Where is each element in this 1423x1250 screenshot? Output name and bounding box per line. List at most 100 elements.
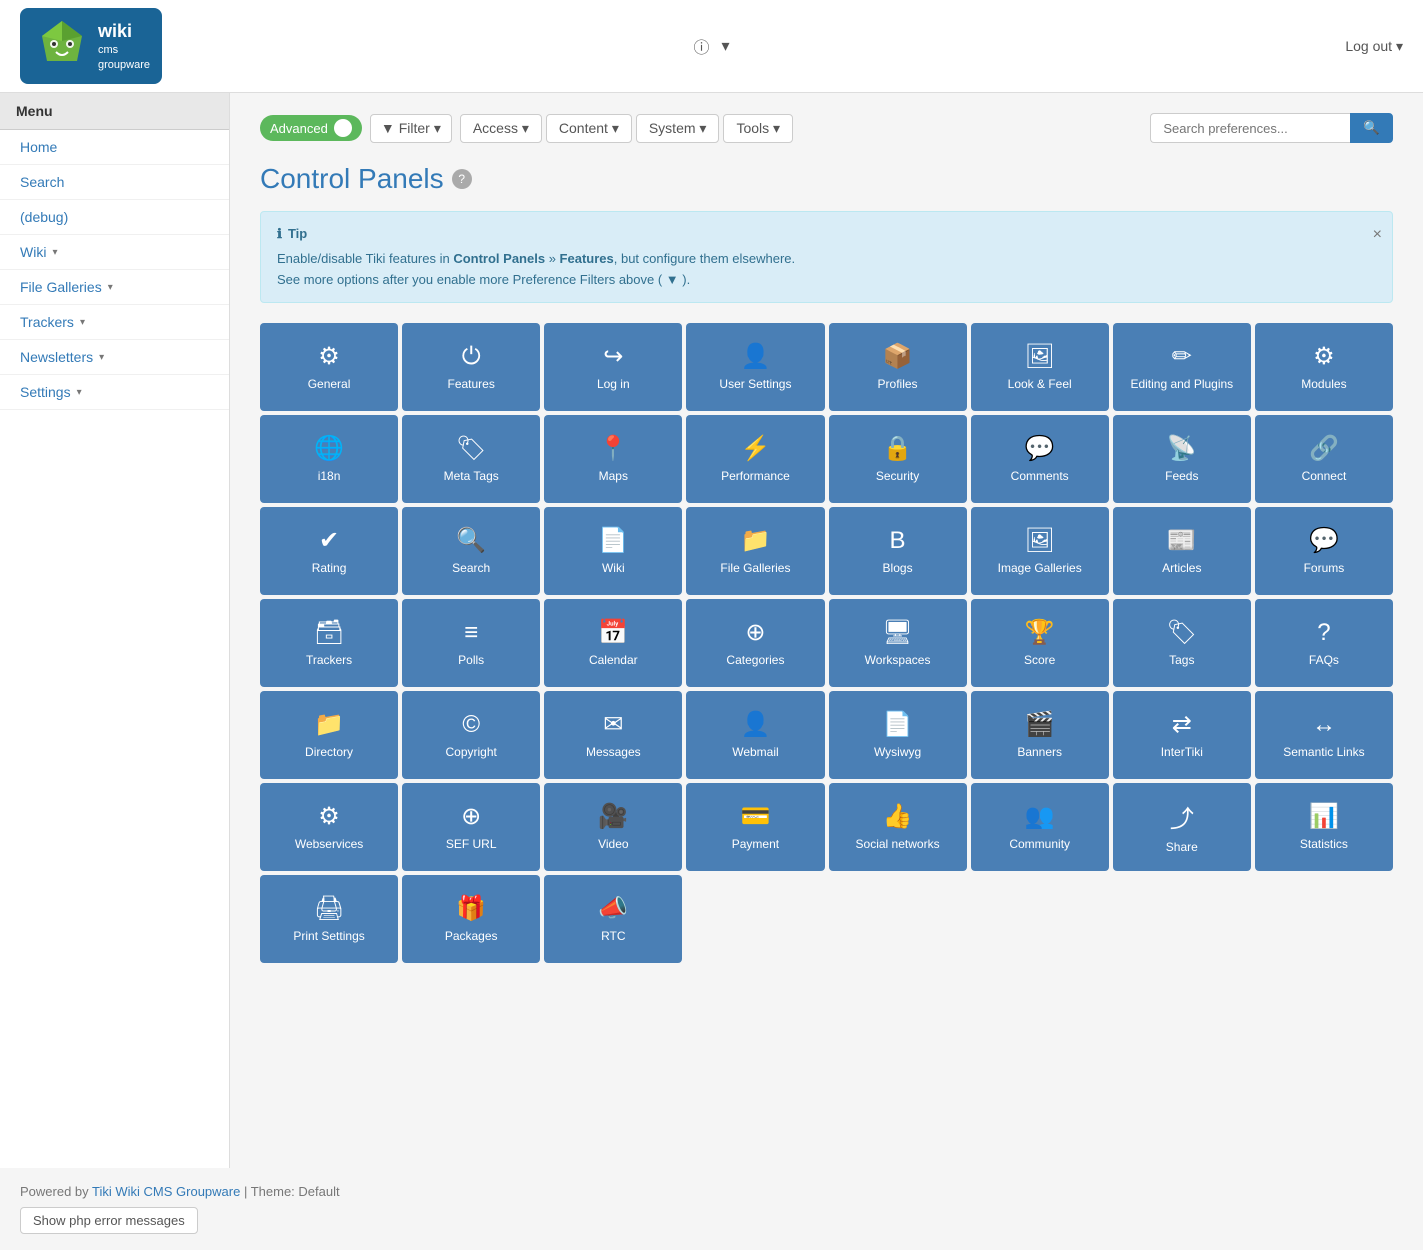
panel-articles[interactable]: 📰Articles (1113, 507, 1251, 595)
wiki-label: Wiki (602, 561, 625, 577)
sef-url-icon: ⊕ (461, 802, 481, 831)
panel-copyright[interactable]: ©Copyright (402, 691, 540, 779)
panel-file-galleries[interactable]: 📁File Galleries (686, 507, 824, 595)
panel-connect[interactable]: 🔗Connect (1255, 415, 1393, 503)
sidebar-item-settings[interactable]: Settings ▾ (0, 375, 229, 410)
panel-share[interactable]: ⤴Share (1113, 783, 1251, 871)
panel-search[interactable]: 🔍Search (402, 507, 540, 595)
panel-webservices[interactable]: ⚙Webservices (260, 783, 398, 871)
tip-close-button[interactable]: × (1373, 222, 1382, 248)
panel-faqs[interactable]: ?FAQs (1255, 599, 1393, 687)
panel-messages[interactable]: ✉Messages (544, 691, 682, 779)
panel-performance[interactable]: ⚡Performance (686, 415, 824, 503)
look-feel-icon: 🖼 (1024, 342, 1054, 371)
panel-categories[interactable]: ⊕Categories (686, 599, 824, 687)
panel-workspaces[interactable]: 🖥Workspaces (829, 599, 967, 687)
panel-forums[interactable]: 💬Forums (1255, 507, 1393, 595)
footer-link[interactable]: Tiki Wiki CMS Groupware (92, 1184, 240, 1199)
panel-comments[interactable]: 💬Comments (971, 415, 1109, 503)
i18n-label: i18n (318, 469, 341, 485)
forums-icon: 💬 (1309, 526, 1339, 555)
panel-user-settings[interactable]: 👤User Settings (686, 323, 824, 411)
chevron-down-icon[interactable]: ▾ (721, 36, 729, 56)
panel-social-networks[interactable]: 👍Social networks (829, 783, 967, 871)
look-feel-label: Look & Feel (1008, 377, 1072, 393)
sidebar-item-trackers[interactable]: Trackers ▾ (0, 305, 229, 340)
community-label: Community (1009, 837, 1070, 853)
login-label: Log in (597, 377, 630, 393)
panel-semantic-links[interactable]: ↔Semantic Links (1255, 691, 1393, 779)
panel-polls[interactable]: ≡Polls (402, 599, 540, 687)
sidebar-item-search[interactable]: Search (0, 165, 229, 200)
panel-modules[interactable]: ⚙Modules (1255, 323, 1393, 411)
info-circle-icon[interactable]: ⓘ (693, 34, 709, 58)
panel-video[interactable]: 🎥Video (544, 783, 682, 871)
panel-i18n[interactable]: 🌐 i18n (260, 415, 398, 503)
logo-text: wiki cms groupware (98, 20, 150, 72)
panel-wiki[interactable]: 📄Wiki (544, 507, 682, 595)
panel-community[interactable]: 👥Community (971, 783, 1109, 871)
image-galleries-label: Image Galleries (998, 561, 1082, 577)
panel-look-feel[interactable]: 🖼 Look & Feel (971, 323, 1109, 411)
show-errors-button[interactable]: Show php error messages (20, 1207, 198, 1234)
workspaces-icon: 🖥 (882, 618, 912, 647)
menu-button-system[interactable]: System ▾ (636, 114, 720, 143)
panel-blogs[interactable]: BBlogs (829, 507, 967, 595)
sidebar-item--debug-[interactable]: (debug) (0, 200, 229, 235)
panel-directory[interactable]: 📁Directory (260, 691, 398, 779)
panel-webmail[interactable]: 👤Webmail (686, 691, 824, 779)
menu-button-content[interactable]: Content ▾ (546, 114, 632, 143)
panel-meta-tags[interactable]: 🏷Meta Tags (402, 415, 540, 503)
tip-link1[interactable]: Control Panels (453, 251, 545, 266)
i18n-icon: 🌐 (314, 434, 344, 463)
panel-calendar[interactable]: 📅Calendar (544, 599, 682, 687)
statistics-icon: 📊 (1309, 802, 1339, 831)
panel-image-galleries[interactable]: 🖼 Image Galleries (971, 507, 1109, 595)
wysiwyg-label: Wysiwyg (874, 745, 921, 761)
sidebar-item-newsletters[interactable]: Newsletters ▾ (0, 340, 229, 375)
sidebar-item-file-galleries[interactable]: File Galleries ▾ (0, 270, 229, 305)
advanced-label: Advanced (270, 121, 328, 136)
panel-score[interactable]: 🏆Score (971, 599, 1109, 687)
panel-packages[interactable]: 🎁Packages (402, 875, 540, 963)
tags-label: Tags (1169, 653, 1194, 669)
tip-box: × ℹ Tip Enable/disable Tiki features in … (260, 211, 1393, 303)
panel-features[interactable]: ⏻Features (402, 323, 540, 411)
security-icon: 🔒 (883, 434, 913, 463)
panel-rating[interactable]: ✔Rating (260, 507, 398, 595)
logout-button[interactable]: Log out ▾ (1345, 38, 1403, 55)
sidebar-item-wiki[interactable]: Wiki ▾ (0, 235, 229, 270)
panel-feeds[interactable]: 📡Feeds (1113, 415, 1251, 503)
sidebar-item-home[interactable]: Home (0, 130, 229, 165)
panel-payment[interactable]: 💳Payment (686, 783, 824, 871)
panel-statistics[interactable]: 📊Statistics (1255, 783, 1393, 871)
panel-sef-url[interactable]: ⊕SEF URL (402, 783, 540, 871)
menu-button-access[interactable]: Access ▾ (460, 114, 542, 143)
menu-button-tools[interactable]: Tools ▾ (723, 114, 793, 143)
panel-editing-plugins[interactable]: ✏Editing and Plugins (1113, 323, 1251, 411)
panel-general[interactable]: ⚙General (260, 323, 398, 411)
categories-label: Categories (726, 653, 784, 669)
filter-button[interactable]: ▼ Filter ▾ (370, 114, 452, 143)
panel-maps[interactable]: 📍Maps (544, 415, 682, 503)
image-galleries-icon: 🖼 (1024, 526, 1054, 555)
panel-login[interactable]: ↪Log in (544, 323, 682, 411)
search-button[interactable]: 🔍 (1350, 113, 1393, 143)
panel-wysiwyg[interactable]: 📄Wysiwyg (829, 691, 967, 779)
panel-print-settings[interactable]: 🖨Print Settings (260, 875, 398, 963)
profiles-icon: 📦 (883, 342, 913, 371)
help-icon[interactable]: ? (452, 169, 472, 189)
panel-rtc[interactable]: 📣RTC (544, 875, 682, 963)
search-input[interactable] (1150, 113, 1350, 143)
panel-trackers[interactable]: 🗃Trackers (260, 599, 398, 687)
toolbar: Advanced ▼ Filter ▾ Access ▾Content ▾Sys… (260, 113, 1393, 143)
social-networks-label: Social networks (856, 837, 940, 853)
panel-profiles[interactable]: 📦Profiles (829, 323, 967, 411)
panel-security[interactable]: 🔒Security (829, 415, 967, 503)
panel-intertiki[interactable]: ⇄InterTiki (1113, 691, 1251, 779)
panel-banners[interactable]: 🎬Banners (971, 691, 1109, 779)
comments-label: Comments (1011, 469, 1069, 485)
maps-icon: 📍 (598, 434, 628, 463)
advanced-toggle[interactable]: Advanced (260, 115, 362, 141)
panel-tags[interactable]: 🏷Tags (1113, 599, 1251, 687)
